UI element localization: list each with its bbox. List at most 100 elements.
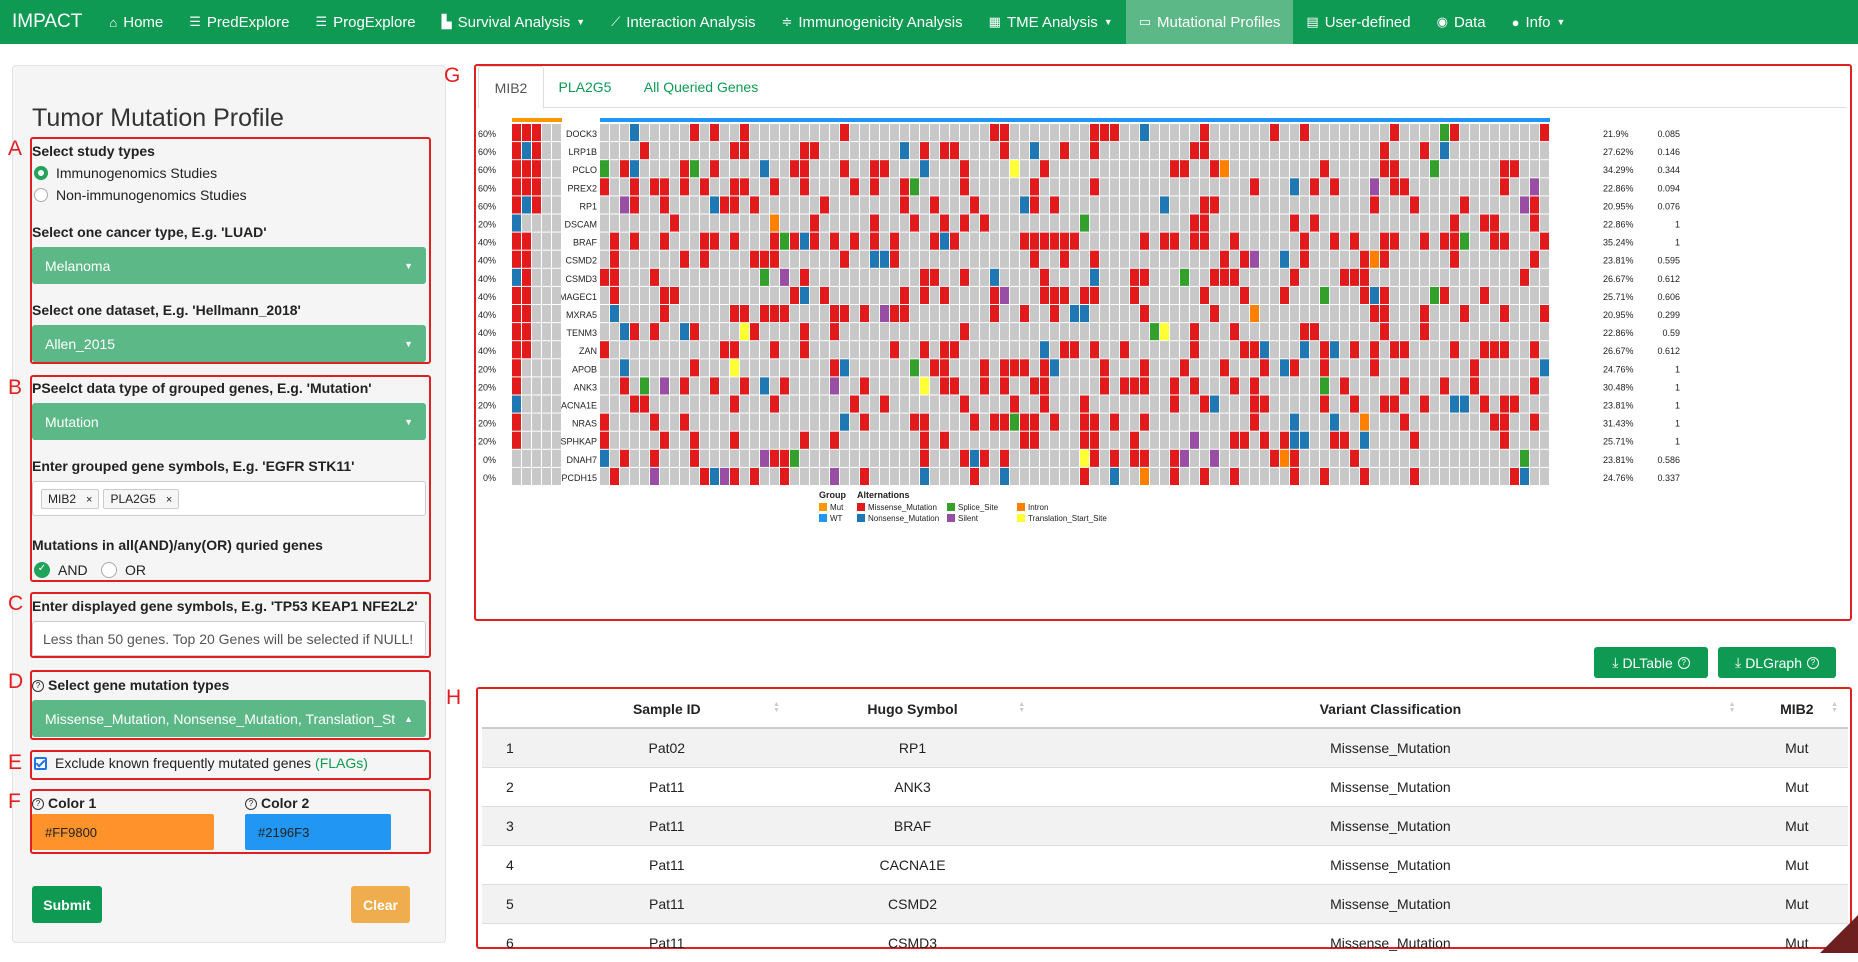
oncoplot-cell	[870, 305, 879, 322]
radio-non-immunogenomics[interactable]: Non-immunogenomics Studies	[34, 187, 247, 203]
oncoplot-cell	[1320, 160, 1329, 177]
oncoplot-cell	[1330, 468, 1339, 485]
table-row[interactable]: 5Pat11CSMD2Missense_MutationMut	[482, 885, 1848, 924]
radio-immunogenomics[interactable]: Immunogenomics Studies	[34, 165, 217, 181]
tab-mib2[interactable]: MIB2	[478, 66, 544, 109]
question-icon[interactable]: ?	[1807, 657, 1819, 669]
question-icon[interactable]: ?	[32, 680, 44, 692]
gene-tag[interactable]: PLA2G5×	[103, 489, 179, 509]
exclude-flags-checkbox[interactable]: Exclude known frequently mutated genes(F…	[34, 755, 368, 771]
oncoplot-cell	[1210, 359, 1219, 376]
radio-and[interactable]: ✓AND	[34, 562, 88, 578]
oncoplot-cell	[1140, 305, 1149, 322]
oncoplot-cell	[740, 323, 749, 340]
grouped-genes-input[interactable]: MIB2× PLA2G5×	[32, 481, 426, 516]
oncoplot-cell	[1320, 359, 1329, 376]
oncoplot-cell	[600, 269, 609, 286]
tab-pla2g5[interactable]: PLA2G5	[547, 66, 623, 107]
dlgraph-button[interactable]: ⤓DLGraph?	[1718, 647, 1836, 678]
col-header-sample-id[interactable]: Sample ID▲▼	[544, 690, 790, 728]
gene-label: TENM3	[566, 328, 597, 338]
oncoplot-cell	[1010, 233, 1019, 250]
oncoplot-cell	[1210, 251, 1219, 268]
table-row[interactable]: 2Pat11ANK3Missense_MutationMut	[482, 768, 1848, 807]
display-genes-input[interactable]: Less than 50 genes. Top 20 Genes will be…	[32, 621, 426, 656]
flags-link[interactable]: (FLAGs)	[315, 755, 368, 771]
oncoplot-cell	[790, 142, 799, 159]
dataset-select[interactable]: Allen_2015▼	[32, 325, 426, 362]
col-header-variant-classification[interactable]: Variant Classification▲▼	[1035, 690, 1745, 728]
question-icon[interactable]: ?	[32, 798, 44, 810]
gene-tag[interactable]: MIB2×	[41, 489, 99, 509]
remove-icon[interactable]: ×	[166, 494, 172, 506]
oncoplot-cell	[660, 124, 669, 141]
oncoplot-cell	[860, 341, 869, 358]
oncoplot-cell	[630, 359, 639, 376]
wt-group-percent: 25.71%	[1603, 292, 1634, 302]
oncoplot-cell	[890, 359, 899, 376]
oncoplot-cell	[730, 323, 739, 340]
oncoplot-cell	[1430, 450, 1439, 467]
oncoplot-cell	[850, 377, 859, 394]
oncoplot-cell	[1270, 142, 1279, 159]
radio-or[interactable]: OR	[101, 562, 146, 578]
sort-icon: ▲▼	[1831, 702, 1838, 714]
nav-home[interactable]: ⌂Home	[96, 0, 176, 44]
oncoplot-cell	[1230, 341, 1239, 358]
oncoplot-cell	[1210, 160, 1219, 177]
nav-info[interactable]: ●Info▼	[1499, 0, 1579, 44]
oncoplot-cell	[1340, 251, 1349, 268]
nav-data[interactable]: ◉Data	[1424, 0, 1499, 44]
home-icon: ⌂	[109, 15, 117, 30]
nav-mutational-profiles[interactable]: ▭Mutational Profiles	[1126, 0, 1294, 44]
nav-predexplore[interactable]: ☰PredExplore	[176, 0, 302, 44]
col-header-index[interactable]	[482, 690, 544, 728]
nav-tme-analysis[interactable]: ▦TME Analysis▼	[976, 0, 1126, 44]
oncoplot-cell	[980, 269, 989, 286]
oncoplot-cell	[1420, 323, 1429, 340]
oncoplot-cell	[790, 160, 799, 177]
table-row[interactable]: 4Pat11CACNA1EMissense_MutationMut	[482, 846, 1848, 885]
oncoplot-cell	[830, 359, 839, 376]
oncoplot-cell	[1190, 196, 1199, 213]
oncoplot-cell	[830, 178, 839, 195]
table-row[interactable]: 1Pat02RP1Missense_MutationMut	[482, 728, 1848, 768]
oncoplot-cell	[790, 305, 799, 322]
oncoplot-cell	[1410, 124, 1419, 141]
wt-group-percent: 24.76%	[1603, 473, 1634, 483]
oncoplot-cell	[1110, 432, 1119, 449]
remove-icon[interactable]: ×	[86, 494, 92, 506]
submit-button[interactable]: Submit	[32, 886, 102, 923]
oncoplot-cell	[840, 233, 849, 250]
dltable-button[interactable]: ⤓DLTable?	[1594, 647, 1708, 678]
nav-immunogenicity-analysis[interactable]: ≑Immunogenicity Analysis	[768, 0, 975, 44]
oncoplot-cell	[1160, 178, 1169, 195]
col-header-mib2[interactable]: MIB2▲▼	[1746, 690, 1848, 728]
app-brand[interactable]: IMPACT	[0, 11, 96, 33]
question-icon[interactable]: ?	[245, 798, 257, 810]
color2-input[interactable]: #2196F3	[245, 814, 391, 850]
mut-group-percent: 60%	[478, 183, 496, 193]
nav-survival-analysis[interactable]: ▙Survival Analysis▼	[429, 0, 598, 44]
p-value: 0.146	[1657, 147, 1680, 157]
nav-progexplore[interactable]: ☰ProgExplore	[302, 0, 428, 44]
table-row[interactable]: 6Pat11CSMD3Missense_MutationMut	[482, 924, 1848, 962]
color1-input[interactable]: #FF9800	[32, 814, 214, 850]
cancer-type-select[interactable]: Melanoma▼	[32, 247, 426, 284]
nav-interaction-analysis[interactable]: ⟋Interaction Analysis	[598, 0, 768, 44]
oncoplot-cell	[820, 432, 829, 449]
table-row[interactable]: 3Pat11BRAFMissense_MutationMut	[482, 807, 1848, 846]
oncoplot-cell	[710, 251, 719, 268]
mutation-types-select[interactable]: Missense_Mutation, Nonsense_Mutation, Tr…	[32, 700, 426, 737]
oncoplot-cell	[1470, 414, 1479, 431]
question-icon[interactable]: ?	[1678, 657, 1690, 669]
oncoplot-cell	[1070, 196, 1079, 213]
oncoplot-cell	[1410, 142, 1419, 159]
nav-user-defined[interactable]: ▤User-defined	[1293, 0, 1423, 44]
datatype-select[interactable]: Mutation▼	[32, 403, 426, 440]
tab-all-queried-genes[interactable]: All Queried Genes	[630, 66, 772, 107]
clear-button[interactable]: Clear	[351, 886, 410, 923]
oncoplot-cell	[830, 341, 839, 358]
gene-label: LRP1B	[568, 147, 597, 157]
col-header-hugo-symbol[interactable]: Hugo Symbol▲▼	[790, 690, 1035, 728]
